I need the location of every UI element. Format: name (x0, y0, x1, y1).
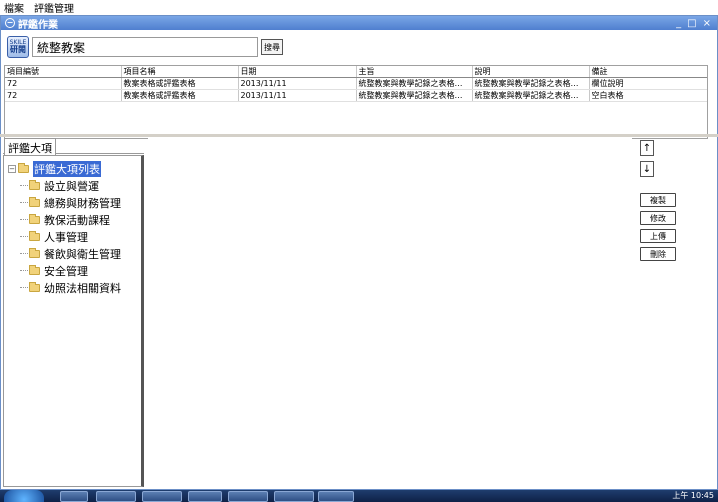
menu-item-file[interactable]: 檔案 (4, 0, 24, 15)
folder-icon (29, 247, 40, 258)
table-header-row: 項目編號 項目名稱 日期 主旨 說明 備註 (5, 66, 707, 78)
copy-button[interactable]: 複製 (640, 193, 676, 207)
tree-node-establishment[interactable]: 設立與營運 (4, 177, 141, 194)
category-panel: 評鑑大項 − 評鑑大項列表 設立與營運 總務與財務管理 教保活動課程 人事管理 (3, 138, 144, 487)
search-button[interactable]: 搜尋 (261, 39, 283, 55)
tree-node-curriculum[interactable]: 教保活動課程 (4, 211, 141, 228)
column-header-item-id[interactable]: 項目編號 (5, 66, 122, 78)
menu-item-evaluation-management[interactable]: 評鑑管理 (34, 0, 74, 15)
upload-button[interactable]: 上傳 (640, 229, 676, 243)
tree-node-food-hygiene[interactable]: 餐飲與衛生管理 (4, 245, 141, 262)
maximize-button[interactable]: □ (687, 18, 696, 29)
tree-root-node[interactable]: − 評鑑大項列表 (4, 160, 141, 177)
tree-node-childcare-law[interactable]: 幼照法相關資料 (4, 279, 141, 296)
cell-item-id: 72 (5, 89, 122, 102)
taskbar-app-button[interactable] (188, 491, 222, 502)
cell-description: 統整教案與教學記錄之表格… (472, 89, 590, 102)
edit-button[interactable]: 修改 (640, 211, 676, 225)
tree-node-label: 餐飲與衛生管理 (44, 247, 121, 261)
category-tabbar: 評鑑大項 (3, 138, 144, 155)
taskbar-app-button[interactable] (60, 491, 88, 502)
folder-icon (18, 162, 29, 173)
tree-node-label: 安全管理 (44, 264, 88, 278)
tree-node-label: 教保活動課程 (44, 213, 110, 227)
delete-button[interactable]: 刪除 (640, 247, 676, 261)
column-header-subject[interactable]: 主旨 (356, 66, 473, 78)
cell-item-name: 教案表格或評鑑表格 (121, 77, 239, 90)
move-down-button[interactable]: ↓ (640, 161, 654, 177)
cell-date: 2013/11/11 (238, 77, 357, 90)
action-panel: ↑ ↓ 複製 修改 上傳 刪除 (640, 140, 690, 265)
tree-root-label: 評鑑大項列表 (33, 160, 101, 177)
taskbar-app-button[interactable] (142, 491, 182, 502)
tree-node-personnel[interactable]: 人事管理 (4, 228, 141, 245)
cell-remarks: 空白表格 (589, 89, 707, 102)
collapse-toggle-icon[interactable]: − (8, 164, 16, 173)
taskbar-app-button[interactable] (318, 491, 354, 502)
folder-icon (29, 196, 40, 207)
item-title-field[interactable]: 統整教案 (32, 37, 258, 57)
minimize-button[interactable]: _ (676, 18, 681, 29)
tree-node-label: 幼照法相關資料 (44, 281, 121, 295)
tree-node-label: 總務與財務管理 (44, 196, 121, 210)
tree-node-label: 人事管理 (44, 230, 88, 244)
window-controls: _ □ × (676, 18, 717, 29)
taskbar: 上午 10:45 (0, 490, 718, 502)
column-header-description[interactable]: 說明 (472, 66, 590, 78)
cell-remarks: 欄位說明 (589, 77, 707, 90)
folder-icon (29, 281, 40, 292)
folder-icon (29, 213, 40, 224)
column-header-date[interactable]: 日期 (238, 66, 357, 78)
tree-node-safety[interactable]: 安全管理 (4, 262, 141, 279)
window-titlebar[interactable]: − 評鑑作業 _ □ × (1, 16, 717, 31)
folder-icon (29, 230, 40, 241)
tab-evaluation-categories[interactable]: 評鑑大項 (4, 138, 56, 155)
tree-node-general-affairs[interactable]: 總務與財務管理 (4, 194, 141, 211)
minus-circle-icon: − (5, 18, 15, 28)
evaluation-items-table: 項目編號 項目名稱 日期 主旨 說明 備註 72 教案表格或評鑑表格 2013/… (4, 65, 708, 139)
toolbar: SKILE 研閱 統整教案 搜尋 (7, 34, 283, 60)
cell-date: 2013/11/11 (238, 89, 357, 102)
start-button[interactable] (4, 490, 44, 502)
folder-icon (29, 179, 40, 190)
cell-subject: 統整教案與教學記錄之表格… (356, 89, 473, 102)
move-up-button[interactable]: ↑ (640, 140, 654, 156)
tree-node-label: 設立與營運 (44, 179, 99, 193)
close-button[interactable]: × (703, 18, 711, 29)
column-header-remarks[interactable]: 備註 (589, 66, 707, 78)
taskbar-app-button[interactable] (274, 491, 314, 502)
table-row[interactable]: 72 教案表格或評鑑表格 2013/11/11 統整教案與教學記錄之表格… 統整… (5, 77, 707, 90)
taskbar-app-button[interactable] (96, 491, 136, 502)
app-logo-icon: SKILE 研閱 (7, 36, 29, 58)
column-header-item-name[interactable]: 項目名稱 (121, 66, 239, 78)
cell-item-id: 72 (5, 77, 122, 90)
category-tree: − 評鑑大項列表 設立與營運 總務與財務管理 教保活動課程 人事管理 餐飲與衛生… (3, 155, 144, 487)
horizontal-splitter[interactable] (0, 134, 718, 137)
system-clock[interactable]: 上午 10:45 (672, 490, 714, 501)
menu-bar: 檔案 評鑑管理 (0, 0, 718, 15)
taskbar-app-button[interactable] (228, 491, 268, 502)
folder-icon (29, 264, 40, 275)
window-title: 評鑑作業 (18, 19, 58, 31)
cell-description: 統整教案與教學記錄之表格… (472, 77, 590, 90)
cell-subject: 統整教案與教學記錄之表格… (356, 77, 473, 90)
table-row[interactable]: 72 教案表格或評鑑表格 2013/11/11 統整教案與教學記錄之表格… 統整… (5, 89, 707, 102)
content-area[interactable] (148, 138, 632, 487)
cell-item-name: 教案表格或評鑑表格 (121, 89, 239, 102)
